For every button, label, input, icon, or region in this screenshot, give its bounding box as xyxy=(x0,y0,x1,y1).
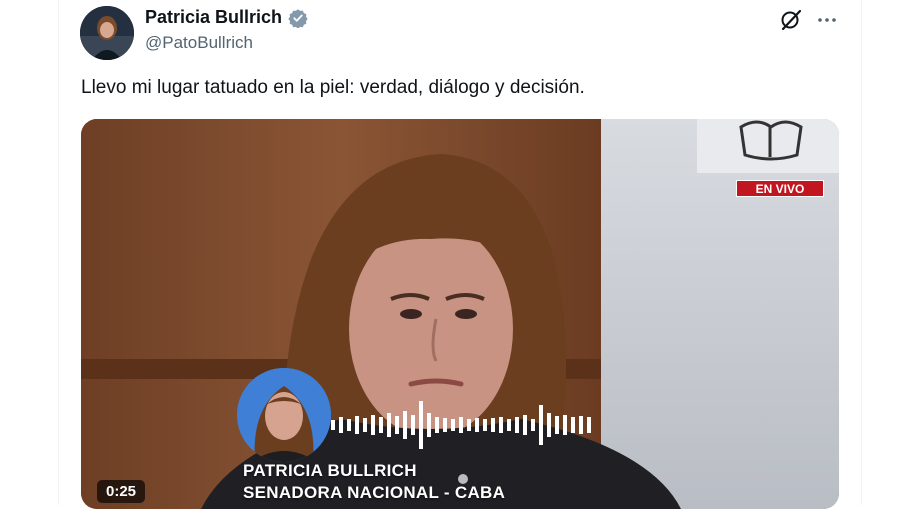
video-player[interactable]: EN VIVO PATRICIA BULLRICH SENADORA NACIO… xyxy=(81,119,839,509)
verified-badge-icon xyxy=(288,8,308,28)
live-badge: EN VIVO xyxy=(736,180,824,197)
more-options-icon[interactable] xyxy=(815,8,839,32)
tweet-text: Llevo mi lugar tatuado en la piel: verda… xyxy=(81,77,585,98)
grok-icon[interactable] xyxy=(779,8,803,32)
caption-avatar xyxy=(237,368,331,462)
author-name-text[interactable]: Patricia Bullrich xyxy=(145,7,282,28)
audio-waveform xyxy=(331,401,591,449)
caption-name: PATRICIA BULLRICH xyxy=(243,461,417,480)
author-handle[interactable]: @PatoBullrich xyxy=(145,33,253,53)
author-name[interactable]: Patricia Bullrich xyxy=(145,7,308,28)
video-timestamp: 0:25 xyxy=(97,480,146,503)
author-avatar[interactable] xyxy=(80,6,134,60)
caption-role: SENADORA NACIONAL - CABA xyxy=(243,483,506,502)
